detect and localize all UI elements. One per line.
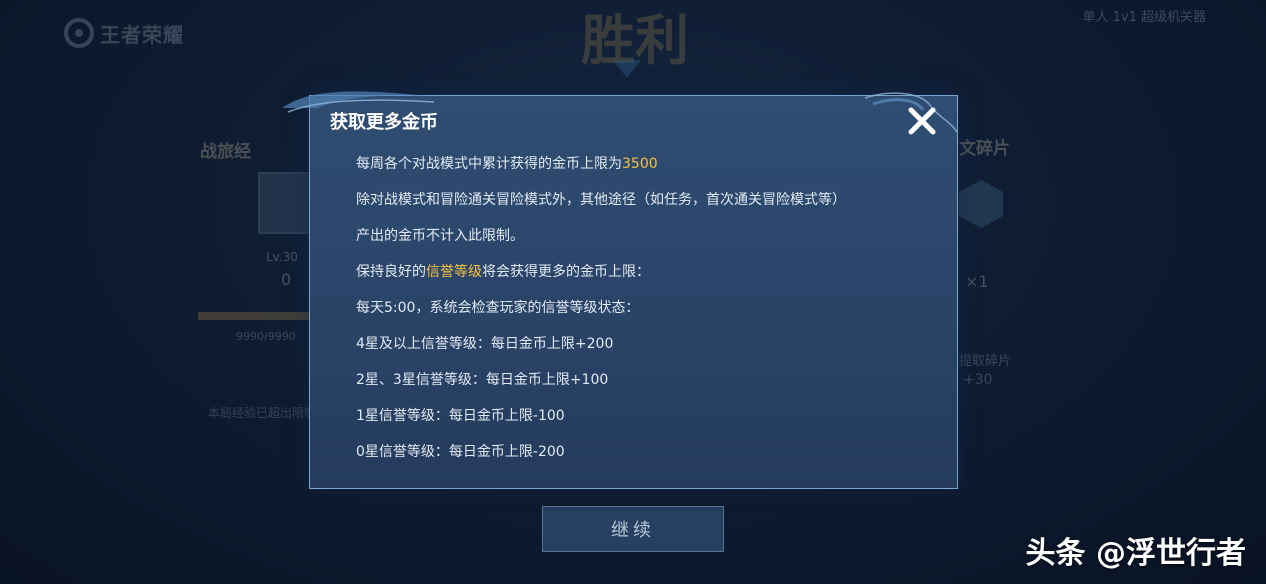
rule-line-1-star: 1星信誉等级：每日金币上限-100 <box>356 408 565 424</box>
rule-line-4-star: 4星及以上信誉等级：每日金币上限+200 <box>356 336 614 352</box>
credit-intro-suffix: 将会获得更多的金币上限： <box>482 264 650 280</box>
rule-line-0-star: 0星信誉等级：每日金币上限-200 <box>356 444 565 460</box>
credit-intro-prefix: 保持良好的 <box>356 264 426 280</box>
weekly-cap-value: 3500 <box>622 156 658 172</box>
rule-line-exclusion-cont: 产出的金币不计入此限制。 <box>356 228 524 244</box>
credit-level-link[interactable]: 信誉等级 <box>426 264 482 280</box>
rule-line-2-3-star: 2星、3星信誉等级：每日金币上限+100 <box>356 372 609 388</box>
rule-line-weekly-cap: 每周各个对战模式中累计获得的金币上限为3500 <box>356 146 946 182</box>
dialog-title: 获取更多金币 <box>330 112 438 133</box>
close-icon[interactable] <box>905 104 939 138</box>
gold-info-dialog: 获取更多金币 每周各个对战模式中累计获得的金币上限为3500 除对战模式和冒险通… <box>282 91 958 489</box>
rule-line-credit-intro: 保持良好的信誉等级将会获得更多的金币上限： <box>356 254 946 290</box>
dialog-body: 每周各个对战模式中累计获得的金币上限为3500 除对战模式和冒险通关冒险模式外，… <box>356 146 946 470</box>
rule-line-exclusion: 除对战模式和冒险通关冒险模式外，其他途径（如任务，首次通关冒险模式等） <box>356 192 846 208</box>
rule-line-daily-check: 每天5:00，系统会检查玩家的信誉等级状态： <box>356 300 640 316</box>
watermark: 头条 @浮世行者 <box>1025 536 1246 571</box>
weekly-cap-text: 每周各个对战模式中累计获得的金币上限为 <box>356 156 622 172</box>
continue-button[interactable]: 继续 <box>542 506 724 552</box>
